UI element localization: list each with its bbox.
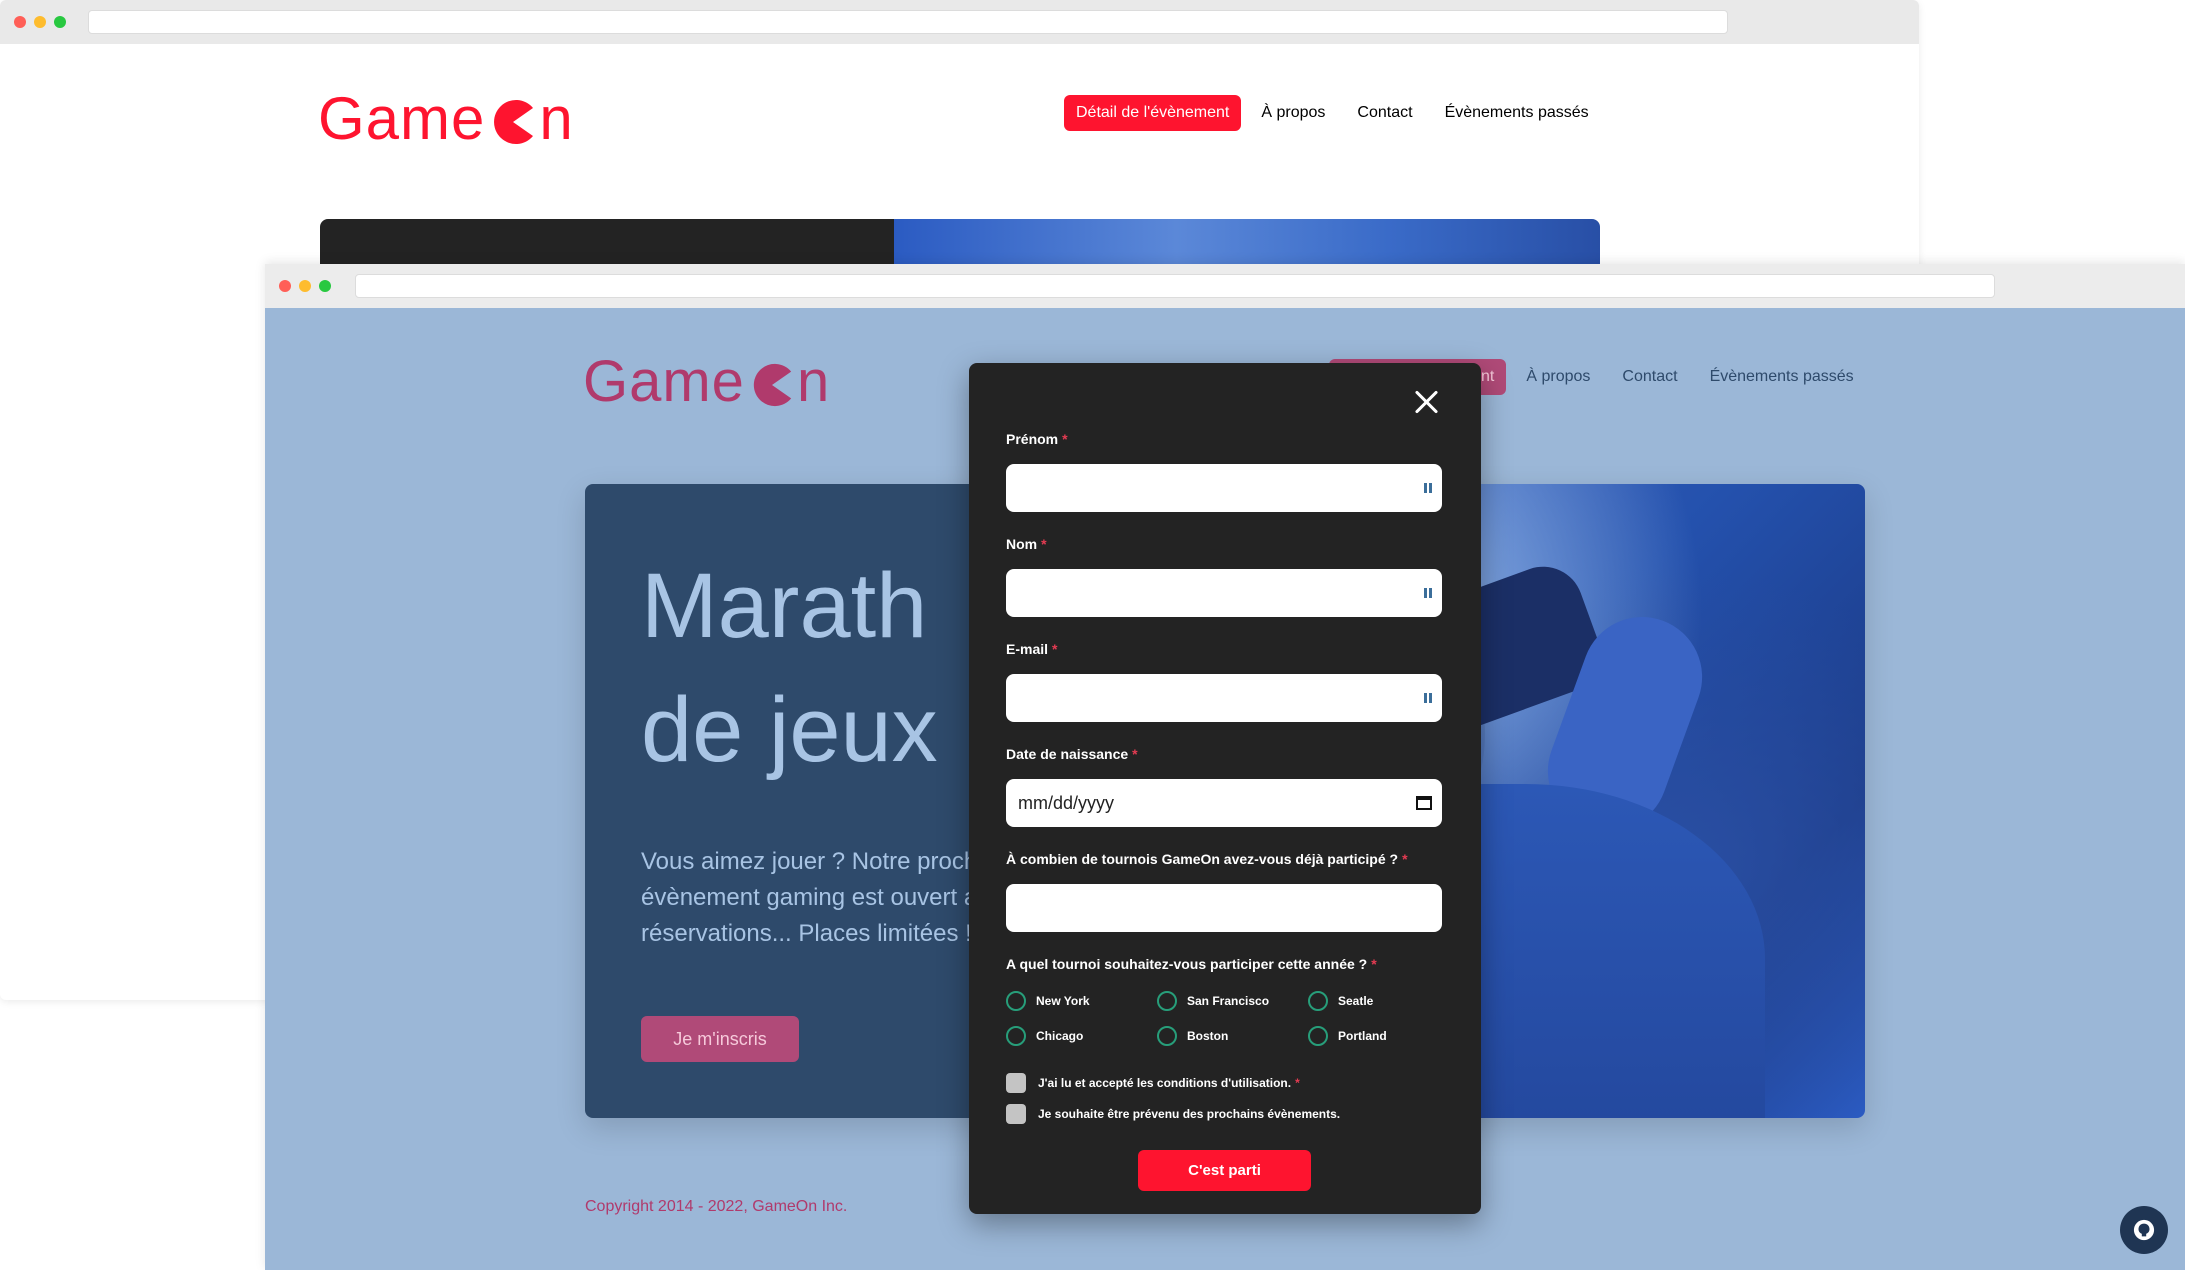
brand-logo[interactable]: Game n: [583, 348, 830, 415]
location-question: A quel tournoi souhaitez-vous participer…: [1006, 956, 1377, 972]
pacman-logo-icon: [494, 99, 534, 144]
birthdate-placeholder: mm/dd/yyyy: [1018, 792, 1115, 813]
location-option-boston[interactable]: Boston: [1157, 1026, 1308, 1046]
birthdate-input[interactable]: mm/dd/yyyy: [1006, 779, 1442, 827]
terms-checkbox[interactable]: [1006, 1073, 1026, 1093]
radio-button[interactable]: [1157, 991, 1177, 1011]
radio-button[interactable]: [1006, 991, 1026, 1011]
close-window-icon[interactable]: [14, 16, 26, 28]
minimize-window-icon[interactable]: [299, 280, 311, 292]
minimize-window-icon[interactable]: [34, 16, 46, 28]
github-icon: [2133, 1219, 2155, 1241]
tournaments-count-label: À combien de tournois GameOn avez-vous d…: [1006, 851, 1408, 867]
location-option-new-york[interactable]: New York: [1006, 991, 1157, 1011]
nav-event-details[interactable]: Détail de l'évènement: [1064, 95, 1242, 131]
location-option-san-francisco[interactable]: San Francisco: [1157, 991, 1308, 1011]
close-modal-icon[interactable]: [1413, 389, 1439, 415]
autofill-icon[interactable]: [1422, 691, 1436, 705]
radio-button[interactable]: [1308, 991, 1328, 1011]
radio-button[interactable]: [1157, 1026, 1177, 1046]
calendar-icon[interactable]: [1416, 795, 1434, 811]
maximize-window-icon[interactable]: [319, 280, 331, 292]
nav-past-events[interactable]: Évènements passés: [1433, 95, 1601, 131]
autofill-icon[interactable]: [1422, 586, 1436, 600]
birthdate-label: Date de naissance *: [1006, 746, 1138, 762]
address-bar[interactable]: [355, 274, 1995, 298]
address-bar[interactable]: [88, 10, 1728, 34]
signup-button[interactable]: Je m'inscris: [641, 1016, 799, 1062]
nav-past-events[interactable]: Évènements passés: [1698, 359, 1866, 395]
brand-logo[interactable]: Game n: [318, 84, 574, 153]
last-name-label: Nom *: [1006, 536, 1047, 552]
tournaments-count-input[interactable]: [1006, 884, 1442, 932]
hero-description: Vous aimez jouer ? Notre proch évènement…: [641, 848, 978, 947]
nav-contact[interactable]: Contact: [1345, 95, 1424, 131]
brand-name-part1: Game: [583, 349, 745, 414]
github-button[interactable]: [2120, 1206, 2168, 1254]
newsletter-label: Je souhaite être prévenu des prochains é…: [1038, 1107, 1341, 1121]
location-option-seatle[interactable]: Seatle: [1308, 991, 1459, 1011]
browser-toolbar: [265, 264, 2185, 308]
footer-copyright: Copyright 2014 - 2022, GameOn Inc.: [585, 1198, 848, 1215]
terms-checkbox-row[interactable]: J'ai lu et accepté les conditions d'util…: [1006, 1073, 1300, 1093]
newsletter-checkbox-row[interactable]: Je souhaite être prévenu des prochains é…: [1006, 1104, 1340, 1124]
maximize-window-icon[interactable]: [54, 16, 66, 28]
nav-about[interactable]: À propos: [1514, 359, 1602, 395]
registration-modal: Prénom * Nom * E-mail * Date de naissance * …: [969, 363, 1481, 1214]
last-name-input[interactable]: [1006, 569, 1442, 617]
newsletter-checkbox[interactable]: [1006, 1104, 1026, 1124]
terms-label: J'ai lu et accepté les conditions d'util…: [1038, 1076, 1292, 1090]
pacman-logo-icon: [753, 363, 792, 406]
autofill-icon[interactable]: [1422, 481, 1436, 495]
radio-button[interactable]: [1006, 1026, 1026, 1046]
radio-button[interactable]: [1308, 1026, 1328, 1046]
location-options-row-2: Chicago Boston Portland: [1006, 1026, 1459, 1046]
email-label: E-mail *: [1006, 641, 1058, 657]
nav-contact[interactable]: Contact: [1610, 359, 1689, 395]
email-input[interactable]: [1006, 674, 1442, 722]
brand-name-part1: Game: [318, 85, 486, 152]
location-option-chicago[interactable]: Chicago: [1006, 1026, 1157, 1046]
nav-about[interactable]: À propos: [1249, 95, 1337, 131]
brand-name-part2: n: [796, 349, 831, 414]
brand-name-part2: n: [539, 85, 574, 152]
browser-toolbar: [0, 0, 1919, 44]
location-option-portland[interactable]: Portland: [1308, 1026, 1459, 1046]
first-name-input[interactable]: [1006, 464, 1442, 512]
location-options-row-1: New York San Francisco Seatle: [1006, 991, 1459, 1011]
main-nav: Détail de l'évènement À propos Contact É…: [1056, 95, 1601, 131]
submit-button[interactable]: C'est parti: [1138, 1150, 1311, 1191]
close-window-icon[interactable]: [279, 280, 291, 292]
first-name-label: Prénom *: [1006, 431, 1068, 447]
